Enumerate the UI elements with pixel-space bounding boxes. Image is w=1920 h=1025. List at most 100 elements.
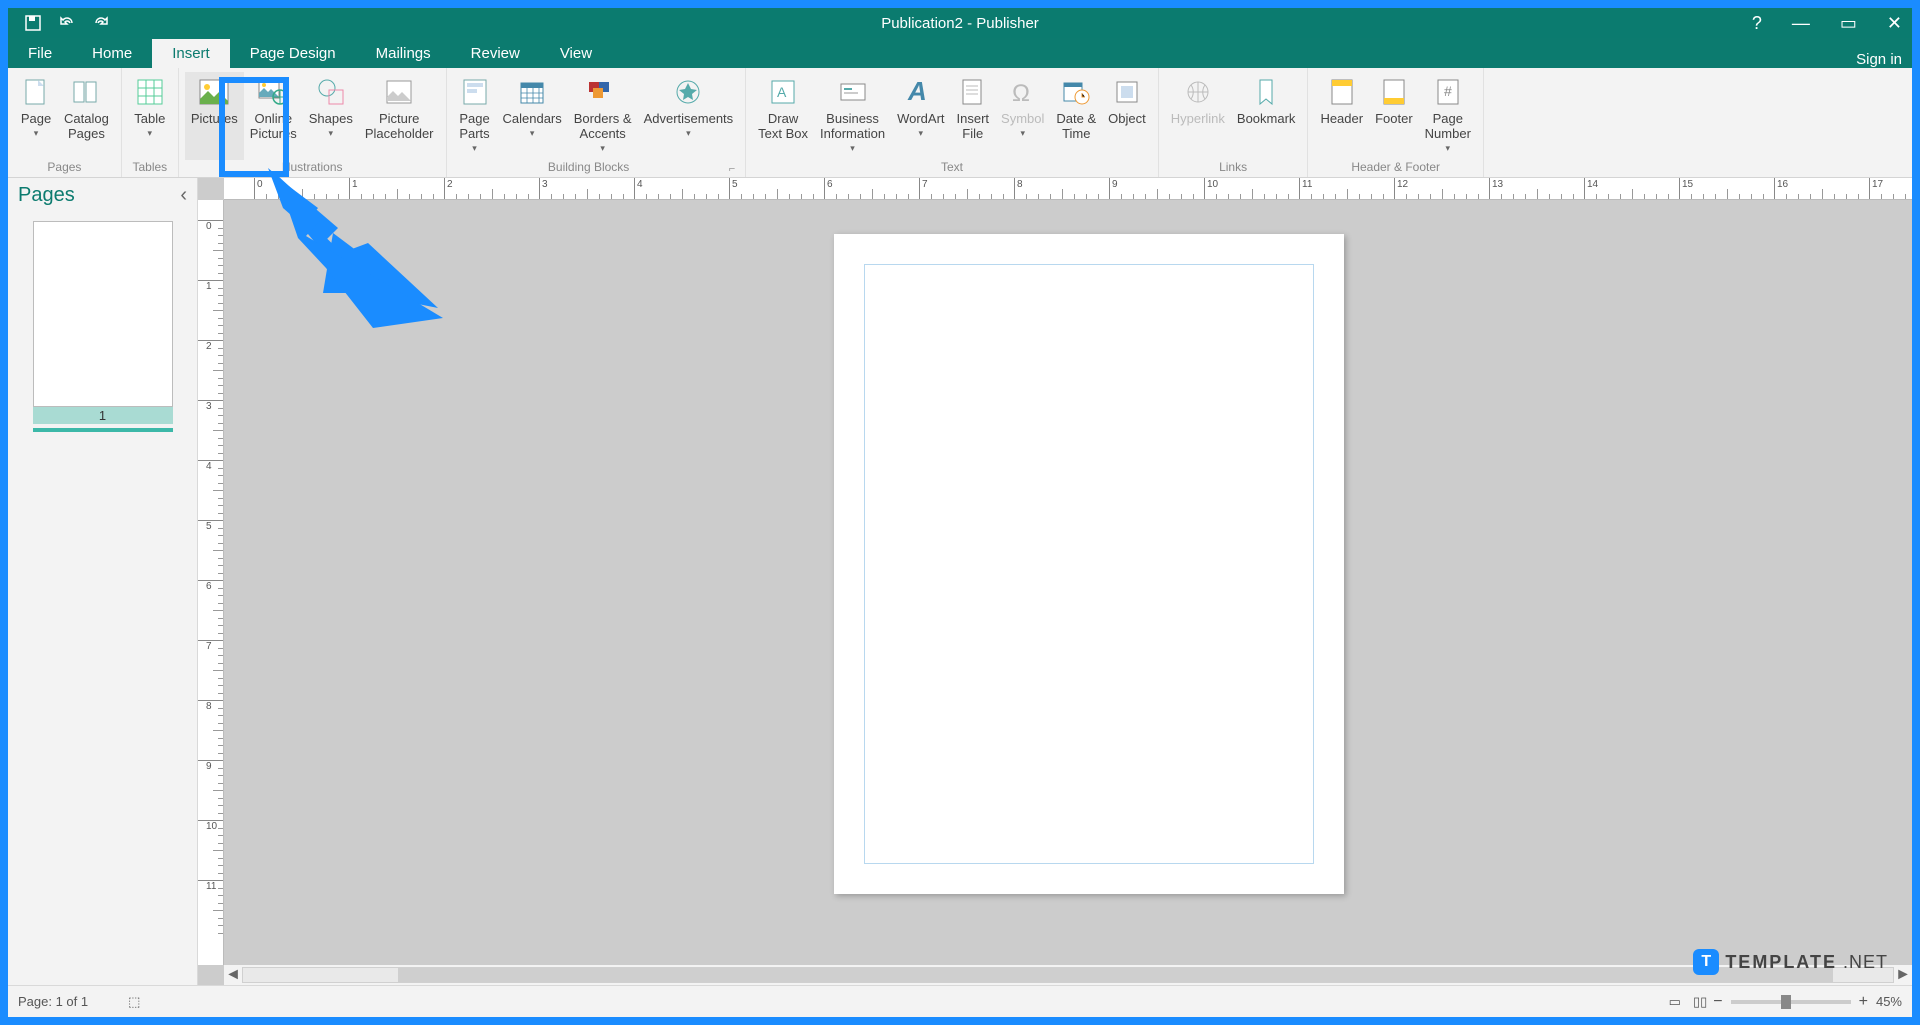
page-icon xyxy=(20,76,52,108)
watermark-badge: T xyxy=(1693,949,1719,975)
bookmark-button[interactable]: Bookmark xyxy=(1231,72,1302,160)
table-icon xyxy=(134,76,166,108)
zoom-slider[interactable] xyxy=(1731,1000,1851,1004)
horizontal-scrollbar[interactable]: ◄ ► xyxy=(224,965,1912,985)
save-icon[interactable] xyxy=(22,12,44,34)
placeholder-icon xyxy=(383,76,415,108)
ribbon: Page▾ Catalog Pages Pages Table▾ Tables … xyxy=(8,68,1912,178)
tab-insert[interactable]: Insert xyxy=(152,39,230,68)
document-page[interactable] xyxy=(834,234,1344,894)
group-tables: Tables xyxy=(128,160,172,177)
insert-file-button[interactable]: Insert File xyxy=(951,72,996,160)
help-icon[interactable]: ? xyxy=(1752,13,1762,34)
tab-view[interactable]: View xyxy=(540,39,612,68)
online-pictures-button[interactable]: Online Pictures xyxy=(244,72,303,160)
scroll-left-icon[interactable]: ◄ xyxy=(224,966,242,984)
view-single-icon[interactable]: ▭ xyxy=(1663,994,1687,1010)
view-two-page-icon[interactable]: ▯▯ xyxy=(1687,994,1713,1010)
date-time-button[interactable]: Date & Time xyxy=(1050,72,1102,160)
menu-bar: File Home Insert Page Design Mailings Re… xyxy=(8,38,1912,68)
page-indicator[interactable]: Page: 1 of 1 xyxy=(18,994,88,1009)
hyperlink-button[interactable]: Hyperlink xyxy=(1165,72,1231,160)
datetime-icon xyxy=(1060,76,1092,108)
redo-icon[interactable] xyxy=(90,12,112,34)
pictures-button[interactable]: Pictures xyxy=(185,72,244,160)
shapes-icon xyxy=(315,76,347,108)
tab-review[interactable]: Review xyxy=(451,39,540,68)
draw-text-box-button[interactable]: ADraw Text Box xyxy=(752,72,814,160)
header-button[interactable]: Header xyxy=(1314,72,1369,160)
symbol-button[interactable]: ΩSymbol▾ xyxy=(995,72,1050,160)
catalog-icon xyxy=(70,76,102,108)
page-parts-icon xyxy=(459,76,491,108)
hyperlink-icon xyxy=(1182,76,1214,108)
scroll-thumb[interactable] xyxy=(398,968,1833,982)
title-bar: Publication2 - Publisher ? — ▭ ✕ xyxy=(8,8,1912,38)
footer-icon xyxy=(1378,76,1410,108)
undo-icon[interactable] xyxy=(56,12,78,34)
wordart-icon: A xyxy=(905,76,937,108)
horizontal-ruler: 01234567891011121314151617 xyxy=(224,178,1912,200)
insert-file-icon xyxy=(957,76,989,108)
group-text: Text xyxy=(752,160,1152,177)
page-number-icon: # xyxy=(1432,76,1464,108)
wordart-button[interactable]: AWordArt▾ xyxy=(891,72,950,160)
online-pictures-icon xyxy=(257,76,289,108)
pages-collapse-button[interactable]: ‹ xyxy=(180,184,187,207)
canvas-area: 01234567891011121314151617 0123456789101… xyxy=(198,178,1912,985)
footer-button[interactable]: Footer xyxy=(1369,72,1419,160)
pictures-icon xyxy=(198,76,230,108)
tab-mailings[interactable]: Mailings xyxy=(356,39,451,68)
watermark: T TEMPLATE.NET xyxy=(1693,949,1888,975)
business-icon xyxy=(837,76,869,108)
advertisements-button[interactable]: Advertisements▾ xyxy=(638,72,740,160)
bookmark-icon xyxy=(1250,76,1282,108)
borders-accents-button[interactable]: Borders & Accents▾ xyxy=(568,72,638,160)
pages-panel: Pages ‹ 1 xyxy=(8,178,198,985)
tab-page-design[interactable]: Page Design xyxy=(230,39,356,68)
ads-icon xyxy=(672,76,704,108)
calendars-button[interactable]: Calendars▾ xyxy=(497,72,568,160)
scroll-right-icon[interactable]: ► xyxy=(1894,966,1912,984)
catalog-pages-button[interactable]: Catalog Pages xyxy=(58,72,115,160)
page-button[interactable]: Page▾ xyxy=(14,72,58,160)
page-number-button[interactable]: #Page Number▾ xyxy=(1419,72,1477,160)
picture-placeholder-button[interactable]: Picture Placeholder xyxy=(359,72,440,160)
caret-position-icon: ⬚ xyxy=(128,994,140,1010)
zoom-out-button[interactable]: − xyxy=(1713,993,1722,1011)
window-title: Publication2 - Publisher xyxy=(881,15,1039,32)
zoom-in-button[interactable]: + xyxy=(1859,993,1868,1011)
table-button[interactable]: Table▾ xyxy=(128,72,172,160)
symbol-icon: Ω xyxy=(1007,76,1039,108)
business-info-button[interactable]: Business Information▾ xyxy=(814,72,891,160)
calendar-icon xyxy=(516,76,548,108)
object-button[interactable]: Object xyxy=(1102,72,1152,160)
page-thumbnail[interactable]: 1 xyxy=(33,221,173,432)
borders-icon xyxy=(587,76,619,108)
canvas[interactable] xyxy=(224,200,1912,965)
svg-text:#: # xyxy=(1444,83,1452,99)
svg-text:A: A xyxy=(777,84,787,100)
shapes-button[interactable]: Shapes▾ xyxy=(303,72,359,160)
svg-text:A: A xyxy=(907,78,927,106)
object-icon xyxy=(1111,76,1143,108)
group-pages: Pages xyxy=(14,160,115,177)
minimize-icon[interactable]: — xyxy=(1792,13,1810,34)
text-box-icon: A xyxy=(767,76,799,108)
maximize-icon[interactable]: ▭ xyxy=(1840,13,1857,34)
status-bar: Page: 1 of 1 ⬚ ▭ ▯▯ − + 45% xyxy=(8,985,1912,1017)
tab-file[interactable]: File xyxy=(8,39,72,68)
blocks-dialog-launcher[interactable]: ⌐ xyxy=(725,163,739,177)
annotation-arrow-icon xyxy=(268,168,448,368)
pages-panel-title: Pages xyxy=(18,184,75,207)
group-header-footer: Header & Footer xyxy=(1314,160,1476,177)
page-parts-button[interactable]: Page Parts▾ xyxy=(453,72,497,160)
zoom-level[interactable]: 45% xyxy=(1876,994,1902,1009)
tab-home[interactable]: Home xyxy=(72,39,152,68)
page-margin-guide xyxy=(864,264,1314,864)
watermark-brand: TEMPLATE xyxy=(1725,952,1837,973)
group-building-blocks: Building Blocks xyxy=(453,160,725,177)
vertical-ruler: 01234567891011 xyxy=(198,200,224,965)
close-icon[interactable]: ✕ xyxy=(1887,13,1902,34)
sign-in-link[interactable]: Sign in xyxy=(1856,51,1912,68)
